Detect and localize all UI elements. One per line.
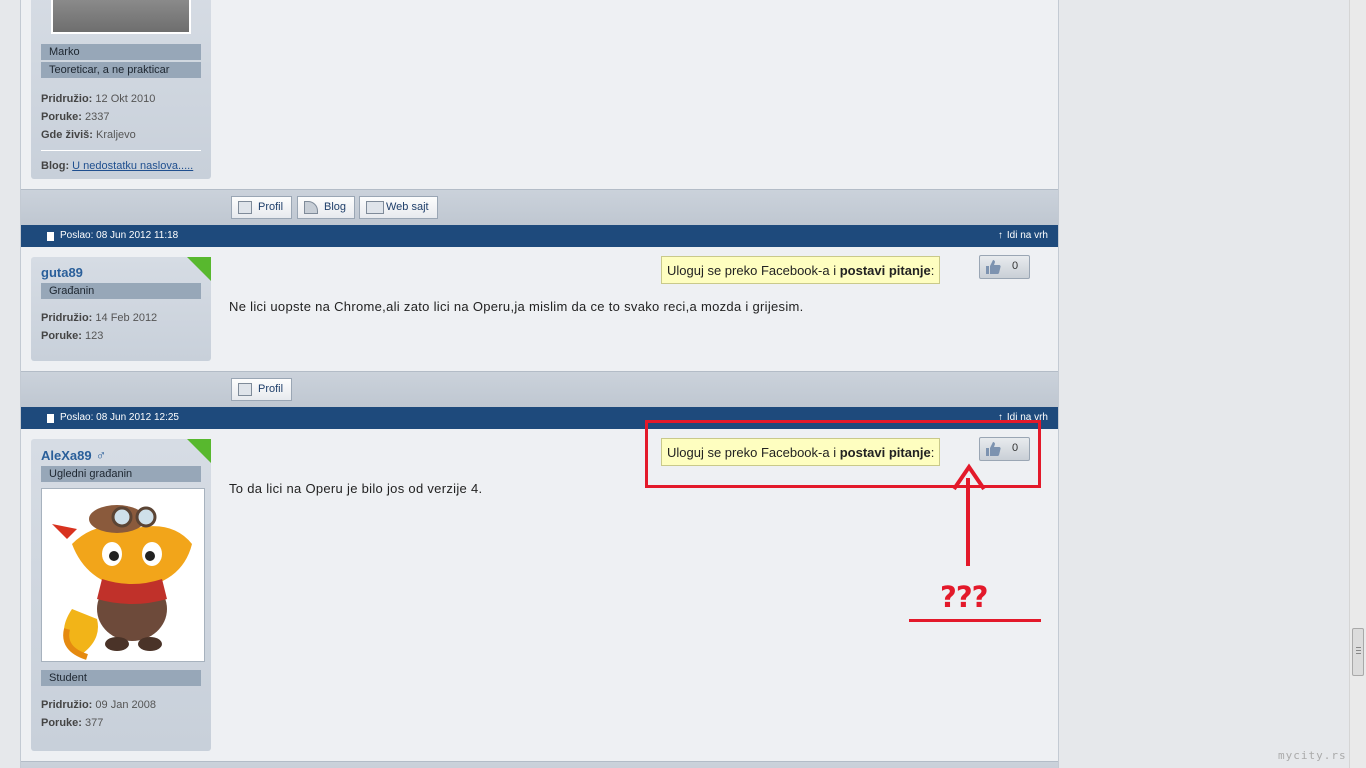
- user-panel-alexa89: AleXa89 ♂ Ugledni građanin Student Pridr…: [31, 439, 211, 751]
- annotation-arrow-shaft: [966, 478, 970, 566]
- username-link[interactable]: guta89: [41, 265, 83, 280]
- profile-button[interactable]: Profil: [231, 378, 293, 401]
- blog-line: Blog: U nedostatku naslova.....: [41, 160, 194, 172]
- user-tag-title: Teoreticar, a ne prakticar: [41, 62, 201, 78]
- stat-posts: Poruke: 377: [41, 717, 104, 729]
- avatar-image: [41, 488, 205, 662]
- profile-icon: [238, 383, 252, 396]
- document-icon: [47, 232, 54, 241]
- like-button[interactable]: 0: [979, 255, 1030, 279]
- stat-joined: Pridružio: 14 Feb 2012: [41, 312, 158, 324]
- watermark: mycity.rs: [1278, 749, 1347, 762]
- username-link[interactable]: AleXa89: [41, 448, 92, 463]
- post-actions-bar: [21, 761, 1058, 768]
- user-panel-marko: Marko Teoreticar, a ne prakticar Pridruž…: [31, 0, 211, 179]
- like-count: 0: [1012, 260, 1019, 272]
- go-to-top-link[interactable]: ↑ Idi na vrh: [998, 225, 1048, 247]
- post-body: To da lici na Operu je bilo jos od verzi…: [229, 481, 483, 496]
- website-button[interactable]: Web sajt: [359, 196, 438, 219]
- forum-page: Marko Teoreticar, a ne prakticar Pridruž…: [20, 0, 1059, 768]
- rss-icon: [304, 201, 318, 214]
- user-rank: Građanin: [41, 283, 201, 299]
- document-icon: [47, 414, 54, 423]
- stat-joined: Pridružio: 12 Okt 2010: [41, 93, 156, 105]
- user-rank: Ugledni građanin: [41, 466, 201, 482]
- profile-icon: [238, 201, 252, 214]
- vertical-scrollbar[interactable]: [1349, 0, 1366, 768]
- fox-avatar-icon: [52, 505, 192, 660]
- stat-location: Gde živiš: Kraljevo: [41, 129, 136, 141]
- male-icon: ♂: [95, 447, 107, 463]
- www-icon: [366, 201, 384, 214]
- user-tag: Student: [41, 670, 201, 686]
- online-indicator: [187, 439, 211, 463]
- post-actions-bar: Profil: [21, 371, 1058, 407]
- annotation-underline: [909, 619, 1041, 622]
- post-header-bar: Poslao: 08 Jun 2012 11:18 ↑ Idi na vrh: [21, 225, 1058, 247]
- stat-joined: Pridružio: 09 Jan 2008: [41, 699, 156, 711]
- post-date: Poslao: 08 Jun 2012 12:25: [60, 412, 179, 423]
- profile-button[interactable]: Profil: [231, 196, 293, 219]
- annotation-arrow-head-icon: [952, 463, 986, 491]
- blog-link[interactable]: U nedostatku naslova.....: [72, 160, 193, 172]
- user-tag-name: Marko: [41, 44, 201, 60]
- divider: [41, 150, 201, 151]
- post-date: Poslao: 08 Jun 2012 11:18: [60, 230, 179, 241]
- annotation-question-marks: ???: [940, 580, 988, 614]
- avatar-image: [51, 0, 191, 34]
- facebook-login-prompt[interactable]: Uloguj se preko Facebook-a i postavi pit…: [661, 256, 941, 284]
- scrollbar-thumb[interactable]: [1352, 628, 1364, 676]
- thumbs-up-icon: [986, 260, 1001, 274]
- stat-posts: Poruke: 123: [41, 330, 104, 342]
- post-actions-bar: Profil Blog Web sajt: [21, 189, 1058, 225]
- online-indicator: [187, 257, 211, 281]
- stat-posts: Poruke: 2337: [41, 111, 110, 123]
- post-body: Ne lici uopste na Chrome,ali zato lici n…: [229, 299, 804, 314]
- user-panel-guta89: guta89 Građanin Pridružio: 14 Feb 2012 P…: [31, 257, 211, 361]
- blog-button[interactable]: Blog: [297, 196, 356, 219]
- arrow-up-icon: ↑: [997, 230, 1003, 241]
